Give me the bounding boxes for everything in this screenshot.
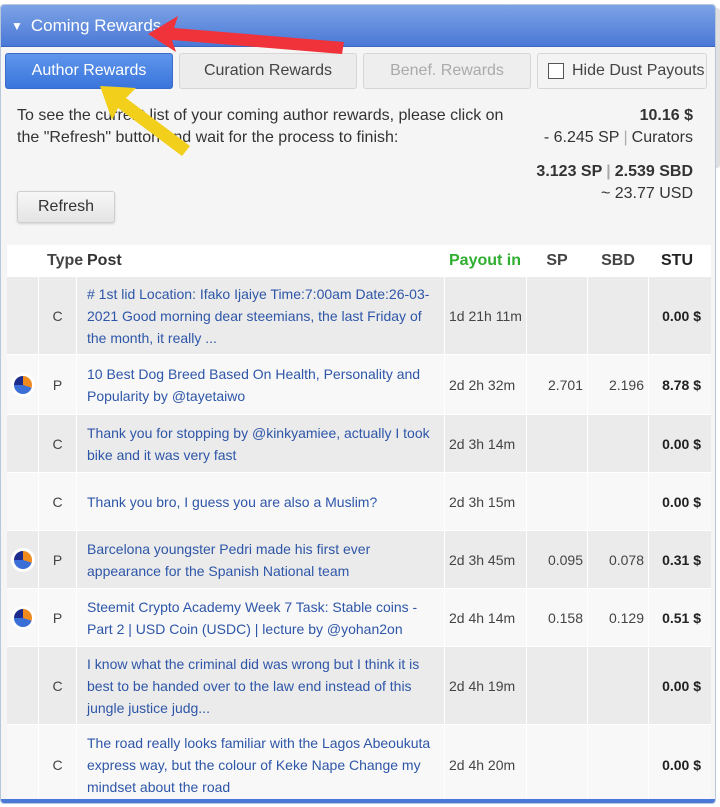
row-sp: 0.095 — [527, 531, 588, 588]
row-icon-cell — [7, 415, 39, 472]
row-stu: 0.00 $ — [662, 435, 701, 452]
hide-dust-label: Hide Dust Payouts — [572, 62, 705, 79]
row-sbd — [588, 725, 649, 803]
row-payout: 1d 21h 11m — [445, 277, 527, 354]
table-row[interactable]: P Barcelona youngster Pedri made his firs… — [7, 531, 711, 589]
row-payout: 2d 3h 14m — [445, 415, 527, 472]
total-usd: 10.16 $ — [639, 107, 693, 124]
table-row[interactable]: C The road really looks familiar with the… — [7, 725, 711, 803]
row-post-link[interactable]: # 1st lid Location: Ifako Ijaiye Time:7:… — [77, 277, 445, 354]
row-icon-cell — [7, 531, 39, 588]
row-payout: 2d 2h 32m — [445, 355, 527, 414]
table-header: Type Post Payout in SP SBD STU — [7, 245, 711, 277]
row-sp — [527, 473, 588, 530]
row-icon-cell — [7, 473, 39, 530]
row-sp: 2.701 — [527, 355, 588, 414]
tab-benef-rewards[interactable]: Benef. Rewards — [363, 53, 531, 89]
total-sbd: 2.539 SBD — [614, 163, 693, 180]
rewards-table: Type Post Payout in SP SBD STU C # 1st li… — [7, 245, 711, 803]
panel-footer-bar — [1, 799, 715, 803]
row-post-link[interactable]: Thank you bro, I guess you are also a Mu… — [77, 473, 445, 530]
tab-curation-rewards[interactable]: Curation Rewards — [179, 53, 357, 89]
approx-usd: ~ 23.77 USD — [600, 185, 693, 202]
row-post-link[interactable]: 10 Best Dog Breed Based On Health, Perso… — [77, 355, 445, 414]
row-type: C — [39, 415, 77, 472]
hide-dust-checkbox[interactable] — [548, 63, 564, 79]
row-sbd: 0.129 — [588, 589, 649, 646]
row-sbd: 0.078 — [588, 531, 649, 588]
row-sp — [527, 647, 588, 724]
curators-line: - 6.245 SP | Curators — [543, 129, 693, 146]
row-type: C — [39, 277, 77, 354]
row-icon-cell — [7, 725, 39, 803]
header-payout: Payout in — [445, 245, 527, 276]
row-type: C — [39, 725, 77, 803]
header-stu: STU — [661, 251, 693, 269]
header-sbd: SBD — [588, 245, 649, 276]
pie-chart-icon[interactable] — [13, 550, 32, 569]
table-row[interactable]: P 10 Best Dog Breed Based On Health, Pers… — [7, 355, 711, 415]
table-row[interactable]: CI know what the criminal did was wrong … — [7, 647, 711, 725]
row-type: P — [39, 531, 77, 588]
row-sbd — [588, 415, 649, 472]
row-icon-cell — [7, 647, 39, 724]
row-sp — [527, 725, 588, 803]
header-type: Type — [39, 245, 83, 276]
row-stu: 0.00 $ — [662, 756, 701, 773]
row-payout: 2d 3h 15m — [445, 473, 527, 530]
reward-totals: 10.16 $ - 6.245 SP | Curators 3.123 SP | 2.5… — [536, 105, 693, 205]
curators-sp: - 6.245 SP — [543, 129, 620, 146]
row-stu: 8.78 $ — [662, 376, 701, 393]
row-sbd: 2.196 — [588, 355, 649, 414]
row-post-link[interactable]: Thank you for stopping by @kinkyamiee, a… — [77, 415, 445, 472]
row-sp — [527, 415, 588, 472]
row-stu: 0.31 $ — [662, 551, 701, 568]
collapse-triangle-icon[interactable]: ▼ — [11, 19, 23, 33]
panel-header[interactable]: ▼ Coming Rewards — [1, 5, 715, 47]
row-type: C — [39, 647, 77, 724]
row-post-link[interactable]: I know what the criminal did was wrong b… — [77, 647, 445, 724]
panel-title: Coming Rewards — [30, 15, 162, 35]
table-row[interactable]: C # 1st lid Location: Ifako Ijaiye Time:7… — [7, 277, 711, 355]
row-payout: 2d 4h 20m — [445, 725, 527, 803]
row-post-link[interactable]: Barcelona youngster Pedri made his first… — [77, 531, 445, 588]
row-icon-cell — [7, 589, 39, 646]
row-sbd — [588, 647, 649, 724]
header-icon-col — [7, 245, 39, 276]
row-payout: 2d 4h 14m — [445, 589, 527, 646]
row-stu: 0.00 $ — [662, 677, 701, 694]
pie-chart-icon[interactable] — [13, 375, 32, 394]
info-message: To see the current list of your coming a… — [17, 107, 504, 146]
header-post: Post — [77, 245, 445, 276]
sp-sbd-line: 3.123 SP | 2.539 SBD — [536, 163, 693, 180]
row-sbd — [588, 473, 649, 530]
header-sp: SP — [527, 245, 588, 276]
hide-dust-toggle[interactable]: Hide Dust Payouts — [537, 53, 707, 89]
yellow-arrow-annotation — [100, 86, 190, 156]
red-arrow-annotation — [148, 16, 344, 54]
table-row[interactable]: P Steemit Crypto Academy Week 7 Task: Sta… — [7, 589, 711, 647]
row-icon-cell — [7, 355, 39, 414]
row-post-link[interactable]: Steemit Crypto Academy Week 7 Task: Stab… — [77, 589, 445, 646]
refresh-button[interactable]: Refresh — [17, 191, 115, 223]
total-sp: 3.123 SP — [536, 163, 603, 180]
row-sp: 0.158 — [527, 589, 588, 646]
row-type: P — [39, 355, 77, 414]
row-stu: 0.00 $ — [662, 307, 701, 324]
table-row[interactable]: C Thank you bro, I guess you are also a M… — [7, 473, 711, 531]
row-payout: 2d 3h 45m — [445, 531, 527, 588]
row-type: P — [39, 589, 77, 646]
row-sbd — [588, 277, 649, 354]
row-icon-cell — [7, 277, 39, 354]
table-row[interactable]: C Thank you for stopping by @kinkyamiee, … — [7, 415, 711, 473]
row-type: C — [39, 473, 77, 530]
row-sp — [527, 277, 588, 354]
row-stu: 0.00 $ — [662, 493, 701, 510]
pie-chart-icon[interactable] — [13, 608, 32, 627]
row-stu: 0.51 $ — [662, 609, 701, 626]
row-payout: 2d 4h 19m — [445, 647, 527, 724]
row-post-link[interactable]: The road really looks familiar with the … — [77, 725, 445, 803]
curators-label: Curators — [631, 129, 693, 146]
